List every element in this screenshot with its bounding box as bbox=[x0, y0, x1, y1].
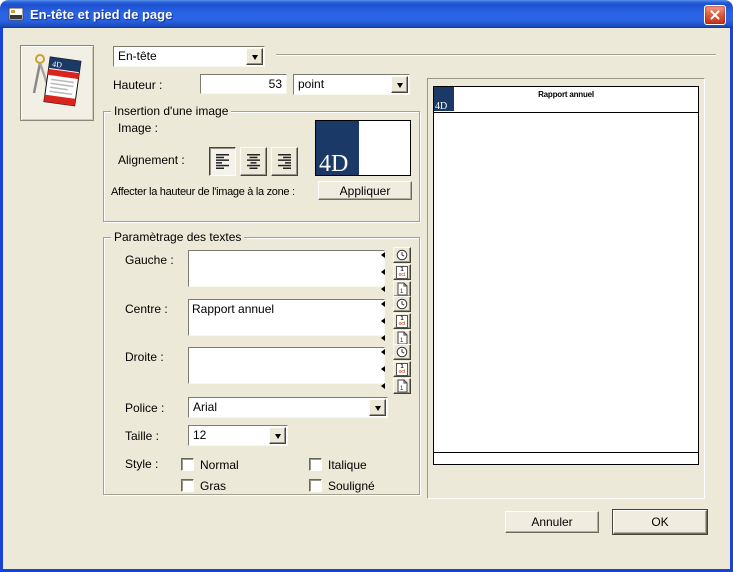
window-title: En-tête et pied de page bbox=[30, 7, 172, 22]
dialog-icon bbox=[8, 6, 24, 22]
align-right-button[interactable] bbox=[271, 147, 298, 176]
zone-combo[interactable]: En-tête bbox=[113, 46, 265, 67]
texts-group-title: Paramètrage des textes bbox=[111, 230, 244, 244]
preview-page: 4D Rapport annuel bbox=[433, 86, 699, 465]
gauche-insert-page-button[interactable]: 1 bbox=[393, 281, 411, 297]
insert-marker-icon bbox=[381, 366, 385, 372]
taille-label: Taille : bbox=[125, 429, 159, 443]
align-center-button[interactable] bbox=[240, 147, 267, 176]
page-number-icon: 1 bbox=[396, 379, 408, 393]
down-arrow-icon bbox=[252, 55, 258, 60]
gauche-text-input[interactable] bbox=[188, 250, 385, 287]
preview-footer-line bbox=[434, 452, 698, 453]
svg-text:4D: 4D bbox=[52, 59, 63, 69]
ok-button-label: OK bbox=[651, 515, 668, 529]
checkbox-italique[interactable] bbox=[309, 458, 322, 471]
down-arrow-icon bbox=[275, 434, 281, 439]
centre-label: Centre : bbox=[125, 302, 168, 316]
image-label: Image : bbox=[118, 121, 158, 135]
unit-combo[interactable]: point bbox=[293, 74, 410, 95]
apply-button[interactable]: Appliquer bbox=[318, 181, 412, 200]
taille-combo[interactable]: 12 bbox=[188, 425, 288, 446]
clock-icon bbox=[396, 249, 408, 261]
unit-combo-value: point bbox=[298, 77, 324, 91]
image-group-title: Insertion d'une image bbox=[111, 104, 231, 118]
centre-insert-date-button[interactable]: 1 oct bbox=[393, 313, 411, 329]
taille-combo-value: 12 bbox=[193, 428, 206, 442]
align-center-icon bbox=[246, 153, 261, 170]
hauteur-input[interactable] bbox=[200, 74, 287, 94]
checkbox-souligne-label[interactable]: Souligné bbox=[328, 479, 375, 493]
calendar-icon: 1 oct bbox=[396, 363, 408, 376]
insert-marker-icon bbox=[381, 383, 385, 389]
ok-button[interactable]: OK bbox=[613, 510, 707, 534]
insert-marker-icon bbox=[381, 286, 385, 292]
separator-line bbox=[276, 54, 716, 56]
police-label: Police : bbox=[125, 401, 164, 415]
4d-logo: 4D bbox=[434, 102, 447, 111]
style-label: Style : bbox=[125, 457, 158, 471]
gauche-label: Gauche : bbox=[125, 253, 174, 267]
droite-label: Droite : bbox=[125, 350, 164, 364]
preview-panel: 4D Rapport annuel bbox=[427, 78, 705, 499]
chevron-down-icon[interactable] bbox=[391, 76, 408, 93]
chevron-down-icon[interactable] bbox=[369, 399, 386, 416]
droite-insert-page-button[interactable]: 1 bbox=[393, 378, 411, 394]
page-number-icon: 1 bbox=[396, 282, 408, 296]
droite-insert-date-button[interactable]: 1 oct bbox=[393, 361, 411, 377]
insert-marker-icon bbox=[381, 335, 385, 341]
image-preview: 4D bbox=[315, 120, 411, 176]
gauche-insert-date-button[interactable]: 1 oct bbox=[393, 264, 411, 280]
checkbox-gras[interactable] bbox=[181, 479, 194, 492]
align-left-icon bbox=[215, 153, 230, 170]
checkbox-normal[interactable] bbox=[181, 458, 194, 471]
cancel-button-label: Annuler bbox=[531, 515, 572, 529]
down-arrow-icon bbox=[375, 406, 381, 411]
calendar-icon: 1 oct bbox=[396, 266, 408, 279]
affect-height-label: Affecter la hauteur de l'image à la zone… bbox=[111, 186, 295, 198]
alignment-label: Alignement : bbox=[118, 153, 185, 167]
insert-marker-icon bbox=[381, 252, 385, 258]
calendar-icon: 1 oct bbox=[396, 315, 408, 328]
close-button[interactable] bbox=[704, 5, 726, 25]
preview-header-text: Rapport annuel bbox=[434, 87, 698, 99]
zone-combo-value: En-tête bbox=[118, 49, 157, 63]
insert-marker-icon bbox=[381, 349, 385, 355]
insert-marker-icon bbox=[381, 318, 385, 324]
preview-4d-logo: 4D bbox=[434, 87, 454, 111]
droite-text-input[interactable] bbox=[188, 347, 385, 384]
document-compass-icon: 4D bbox=[20, 45, 94, 121]
insert-marker-icon bbox=[381, 301, 385, 307]
window-border-left bbox=[0, 28, 3, 572]
droite-insert-time-button[interactable] bbox=[393, 344, 411, 360]
police-combo[interactable]: Arial bbox=[188, 397, 388, 418]
checkbox-souligne[interactable] bbox=[309, 479, 322, 492]
apply-button-label: Appliquer bbox=[340, 184, 391, 198]
title-bar: En-tête et pied de page bbox=[0, 0, 733, 28]
insert-marker-icon bbox=[381, 269, 385, 275]
checkbox-gras-label[interactable]: Gras bbox=[200, 479, 226, 493]
checkbox-normal-label[interactable]: Normal bbox=[200, 458, 239, 472]
4d-logo: 4D bbox=[316, 153, 348, 175]
clock-icon bbox=[396, 346, 408, 358]
chevron-down-icon[interactable] bbox=[269, 427, 286, 444]
4d-logo-block: 4D bbox=[316, 121, 359, 175]
hauteur-label: Hauteur : bbox=[113, 78, 162, 92]
police-combo-value: Arial bbox=[193, 400, 217, 414]
align-left-button[interactable] bbox=[209, 147, 236, 176]
down-arrow-icon bbox=[397, 83, 403, 88]
clock-icon bbox=[396, 298, 408, 310]
centre-insert-time-button[interactable] bbox=[393, 296, 411, 312]
cancel-button[interactable]: Annuler bbox=[505, 511, 599, 533]
header-footer-dialog: En-tête et pied de page 4D En-tête Ha bbox=[0, 0, 733, 572]
close-icon bbox=[705, 6, 725, 24]
checkbox-italique-label[interactable]: Italique bbox=[328, 458, 367, 472]
chevron-down-icon[interactable] bbox=[246, 48, 263, 65]
align-right-icon bbox=[277, 153, 292, 170]
page-number-icon: 1 bbox=[396, 331, 408, 345]
centre-text-input[interactable]: Rapport annuel bbox=[188, 299, 385, 336]
preview-header: 4D Rapport annuel bbox=[434, 87, 698, 113]
gauche-insert-time-button[interactable] bbox=[393, 247, 411, 263]
